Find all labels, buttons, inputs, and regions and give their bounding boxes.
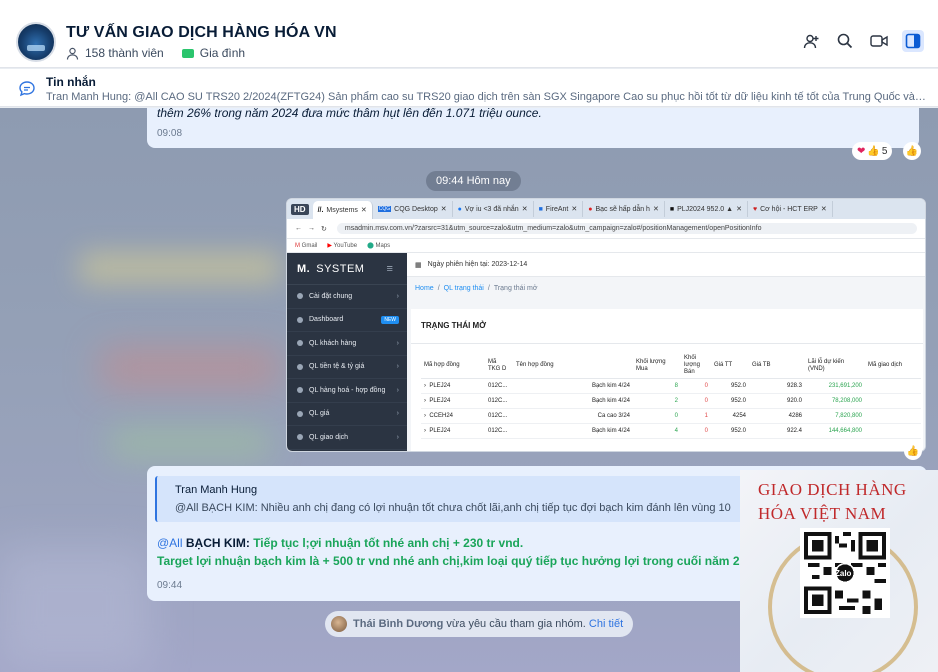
message-bubble[interactable]: thêm 26% trong năm 2024 đưa mức thâm hụt… [147,108,919,148]
message-time: 09:08 [157,128,183,139]
member-icon [66,47,79,60]
pinned-text: Tran Manh Hung: @All CAO SU TRS20 2/2024… [46,91,926,103]
date-separator: 09:44 Hôm nay [426,171,521,191]
label-tag-icon [181,48,194,58]
side-panel-icon [905,33,921,49]
message-bubble-icon [19,81,35,97]
zalo-logo-text: Zalo [835,569,852,578]
thumbs-up-reaction-icon: 👍 [867,145,880,157]
background-blur [110,428,270,458]
thumbs-up-icon: 👍 [906,445,920,457]
message-time: 09:44 [157,580,183,591]
heart-reaction-icon: ❤ [857,145,866,157]
like-button[interactable]: 👍 [904,442,922,460]
qr-advertisement: GIAO DỊCH HÀNG HÓA VIỆT NAM Zalo [740,470,938,672]
table-row: › CCEH24 012C... Ca cao 3/24 0 1 4254 4286 7,82… [421,408,921,424]
browser-tab: CQG CQG Desktop ✕ [373,201,453,217]
chat-header: TƯ VẤN GIAO DỊCH HÀNG HÓA VN 158 thành v… [0,0,938,68]
image-message[interactable]: HD //. Msystems ✕ CQG CQG Desktop ✕ ● Vợ… [286,198,926,452]
app-sidebar: M. SYSTEM ≡ Cài đặt chung › Dashboard NEW QL… [287,253,407,451]
app-main: ▦ Ngày phiên hiện tại: 2023-12-14 Home / Q… [407,253,925,451]
qr-code: Zalo [800,528,890,618]
notice-user-name[interactable]: Thái Bình Dương [353,618,443,630]
member-count[interactable]: 158 thành viên [85,46,164,60]
search-icon [837,33,853,49]
browser-tab: ● Bạc sẽ hấp dẫn h ✕ [583,201,665,217]
background-blur [80,253,280,283]
video-camera-icon [870,35,888,47]
message-line-1: @All BẠCH KIM: Tiếp tục l;ợi nhuận tốt n… [157,536,524,550]
details-link[interactable]: Chi tiết [589,618,623,630]
ad-title-line-2: HÓA VIỆT NAM [758,504,887,523]
quoted-author: Tran Manh Hung [175,484,258,496]
pinned-label: Tin nhắn [46,75,96,89]
background-blur [100,348,280,388]
browser-address-bar: ← → ↻ msadmin.msv.com.vn/?zarsrc=31&utm_so… [287,219,925,239]
toggle-panel-button[interactable] [902,30,924,52]
quoted-text: @All BẠCH KIM: Nhiều anh chị đang có lợi… [175,502,731,514]
reaction-summary[interactable]: ❤ 👍 5 [852,142,893,160]
message-text: thêm 26% trong năm 2024 đưa mức thâm hụt… [157,108,542,120]
table-row: › PLEJ24 012C... Bạch kim 4/24 2 0 952.0 920.0… [421,393,921,409]
group-tag[interactable]: Gia đình [200,46,245,60]
table-row: › PLEJ24 012C... Bạch kim 4/24 4 0 952.0 922.4… [421,423,921,439]
table-row: › PLEJ24 012C... Bạch kim 4/24 8 0 952.0 928.3… [421,378,921,394]
add-member-icon [803,34,818,48]
pinned-message-bar[interactable]: Tin nhắn Tran Manh Hung: @All CAO SU TRS… [0,69,938,107]
mention-all[interactable]: @All [157,536,183,550]
add-member-button[interactable] [800,30,822,52]
hd-badge: HD [291,203,309,215]
browser-tab: ■ PLJ2024 952.0 ▲ ✕ [665,201,748,217]
join-request-notice: Thái Bình Dương vừa yêu cầu tham gia nhó… [325,611,634,637]
browser-tab: ■ FireAnt ✕ [534,201,584,217]
browser-tab: ♥ Cơ hội - HCT ERP ✕ [748,201,833,217]
group-meta: 158 thành viên Gia đình [66,46,245,60]
browser-tab-bar: HD //. Msystems ✕ CQG CQG Desktop ✕ ● Vợ… [287,199,925,219]
like-button[interactable]: 👍 [903,142,921,160]
group-avatar[interactable] [16,22,56,62]
positions-table: Mã hợp đồng Mã TKG D Tên hợp đồng Khối l… [421,353,921,439]
bookmarks-bar: M Gmail ▶ YouTube ⬤ Maps [287,239,925,253]
browser-tab: ● Vợ iu <3 đã nhắn ✕ [453,201,534,217]
search-button[interactable] [834,30,856,52]
video-call-button[interactable] [868,30,890,52]
group-title[interactable]: TƯ VẤN GIAO DỊCH HÀNG HÓA VN [66,24,337,42]
thumbs-up-icon: 👍 [905,145,919,157]
message-line-2: Target lợi nhuận bạch kim là + 500 tr vn… [157,554,760,568]
url-text: msadmin.msv.com.vn/?zarsrc=31&utm_source… [336,223,917,234]
user-avatar[interactable] [331,616,347,632]
browser-tab: //. Msystems ✕ [312,201,373,219]
ad-title-line-1: GIAO DỊCH HÀNG [758,480,907,499]
header-actions [800,30,924,52]
background-blur [0,548,150,668]
reaction-count: 5 [881,145,888,157]
